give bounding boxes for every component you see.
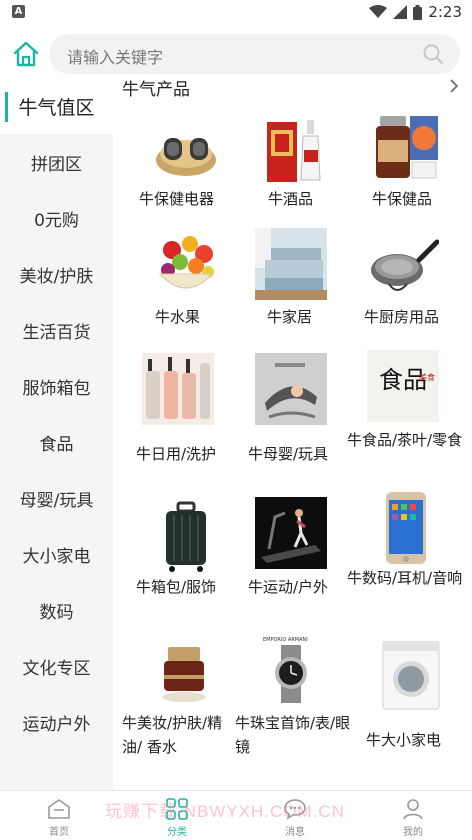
product-label: 牛保健品	[372, 190, 433, 208]
product-label: 牛保健电器	[139, 190, 215, 208]
smartphone-image	[386, 492, 426, 564]
cosmetic-jar-image	[162, 647, 206, 702]
product-grid-panel: 牛气产品 牛保健电器 牛酒品 牛保健品 牛水果 牛家居 牛厨房用品 牛日用/洗护…	[113, 78, 472, 790]
fruit-basket-image	[158, 236, 214, 289]
section-title: 牛气产品	[122, 80, 190, 100]
product-digital[interactable]: 牛数码/耳机/音响	[347, 488, 472, 618]
tab-label: 首页	[49, 827, 69, 838]
tab-label: 消息	[285, 827, 305, 838]
wifi-icon	[369, 5, 388, 18]
sidebar-item-culture[interactable]: 文化专区	[0, 638, 113, 694]
tab-label: 我的	[403, 827, 423, 838]
status-bar: A 2:23	[0, 0, 472, 24]
sidebar-item-daily-goods[interactable]: 生活百货	[0, 302, 113, 358]
product-toiletries[interactable]: 牛日用/洗护	[113, 353, 233, 463]
search-placeholder: 请输入关键字	[67, 48, 164, 67]
product-food[interactable]: 食品 美食 牛食品/茶叶/零食	[347, 348, 472, 468]
liquor-box-image	[267, 120, 321, 182]
product-foot-massager[interactable]: 牛保健电器	[113, 108, 233, 218]
sidebar-item-label: 美妆/护肤	[19, 266, 94, 287]
treadmill-image	[255, 497, 327, 569]
svg-text:EMPORIO ARMANI: EMPORIO ARMANI	[263, 637, 308, 643]
washing-machine-image	[382, 641, 440, 710]
product-liquor[interactable]: 牛酒品	[233, 108, 353, 218]
chevron-right-icon[interactable]	[448, 79, 460, 93]
battery-icon	[413, 4, 423, 20]
product-label: 牛珠宝首饰/表/眼镜	[235, 714, 351, 756]
watermark-text: 玩赚下载-NBWYXH.COM.CN	[105, 802, 345, 821]
product-label: 牛母婴/玩具	[248, 445, 329, 463]
sidebar-item-niuqi[interactable]: 牛气值区	[0, 78, 113, 134]
product-label: 牛美妆/护肤/精油/ 香水	[122, 714, 223, 756]
foot-massager-image	[156, 138, 216, 176]
supplement-bottle-image	[376, 116, 438, 179]
product-label: 牛食品/茶叶/零食	[347, 431, 463, 449]
user-icon	[403, 799, 423, 820]
sidebar-item-food[interactable]: 食品	[0, 414, 113, 470]
product-label: 牛家居	[267, 308, 313, 326]
clock: 2:23	[428, 3, 462, 21]
search-input[interactable]: 请输入关键字	[49, 34, 460, 74]
sidebar-item-label: 0元购	[34, 210, 79, 231]
product-label: 牛箱包/服饰	[136, 578, 217, 596]
svg-text:美食: 美食	[419, 372, 435, 382]
product-home[interactable]: 牛家居	[233, 228, 353, 338]
category-sidebar: 牛气值区 拼团区 0元购 美妆/护肤 生活百货 服饰箱包 食品 母婴/玩具 大小…	[0, 78, 113, 790]
tab-profile[interactable]: 我的	[354, 791, 472, 840]
product-jewelry[interactable]: EMPORIO ARMANI 牛珠宝首饰/表/眼镜	[233, 633, 353, 763]
product-kitchen[interactable]: 牛厨房用品	[353, 228, 472, 338]
product-label: 牛厨房用品	[364, 308, 440, 326]
sidebar-item-label: 生活百货	[22, 322, 91, 343]
sidebar-item-zero-buy[interactable]: 0元购	[0, 190, 113, 246]
suitcase-image	[166, 501, 206, 572]
home-icon[interactable]	[12, 40, 40, 68]
product-fruit[interactable]: 牛水果	[113, 228, 233, 338]
product-cosmetics[interactable]: 牛美妆/护肤/精油/ 香水	[113, 633, 233, 763]
product-label: 牛数码/耳机/音响	[347, 569, 463, 587]
product-baby[interactable]: 牛母婴/玩具	[233, 353, 353, 463]
product-luggage[interactable]: 牛箱包/服饰	[113, 493, 233, 603]
product-label: 牛运动/户外	[248, 578, 329, 596]
home-icon	[48, 799, 70, 819]
sidebar-item-digital[interactable]: 数码	[0, 582, 113, 638]
product-home-appliances[interactable]: 牛大小家电	[353, 633, 472, 763]
product-label: 牛日用/洗护	[136, 445, 217, 463]
sidebar-item-label: 数码	[39, 602, 74, 623]
sidebar-item-label: 拼团区	[31, 154, 82, 175]
sidebar-item-group-buy[interactable]: 拼团区	[0, 134, 113, 190]
food-calligraphy-image: 食品 美食	[367, 350, 439, 422]
search-icon[interactable]	[422, 43, 444, 65]
signal-icon	[393, 5, 408, 19]
product-label: 牛酒品	[268, 190, 314, 208]
sidebar-item-label: 母婴/玩具	[19, 490, 94, 511]
sidebar-item-label: 食品	[39, 434, 74, 455]
sidebar-item-outdoor[interactable]: 运动户外	[0, 694, 113, 750]
sidebar-item-beauty[interactable]: 美妆/护肤	[0, 246, 113, 302]
app-notification-icon: A	[12, 5, 25, 18]
tab-home[interactable]: 首页	[0, 791, 118, 840]
sidebar-item-label: 文化专区	[22, 658, 91, 679]
product-label: 牛水果	[155, 308, 201, 326]
search-header: 请输入关键字	[0, 30, 472, 78]
bottom-navigation: 首页 分类 消息 我的 玩赚下载-NBWYXH.COM.CN	[0, 790, 472, 840]
sidebar-item-label: 牛气值区	[18, 96, 95, 119]
bedroom-image	[255, 228, 327, 300]
product-label: 牛大小家电	[366, 731, 442, 749]
sidebar-item-appliances[interactable]: 大小家电	[0, 526, 113, 582]
sidebar-item-label: 服饰箱包	[22, 378, 91, 399]
tab-label: 分类	[167, 827, 187, 838]
toiletry-bottles-image	[142, 353, 214, 425]
wristwatch-image: EMPORIO ARMANI	[263, 637, 308, 703]
product-supplements[interactable]: 牛保健品	[353, 108, 472, 218]
sidebar-item-apparel[interactable]: 服饰箱包	[0, 358, 113, 414]
product-sports[interactable]: 牛运动/户外	[233, 493, 353, 603]
wok-pan-image	[371, 239, 439, 291]
sidebar-item-label: 大小家电	[22, 546, 91, 567]
sidebar-item-baby-toys[interactable]: 母婴/玩具	[0, 470, 113, 526]
baby-rocker-image	[255, 353, 327, 425]
sidebar-item-label: 运动户外	[22, 714, 91, 735]
